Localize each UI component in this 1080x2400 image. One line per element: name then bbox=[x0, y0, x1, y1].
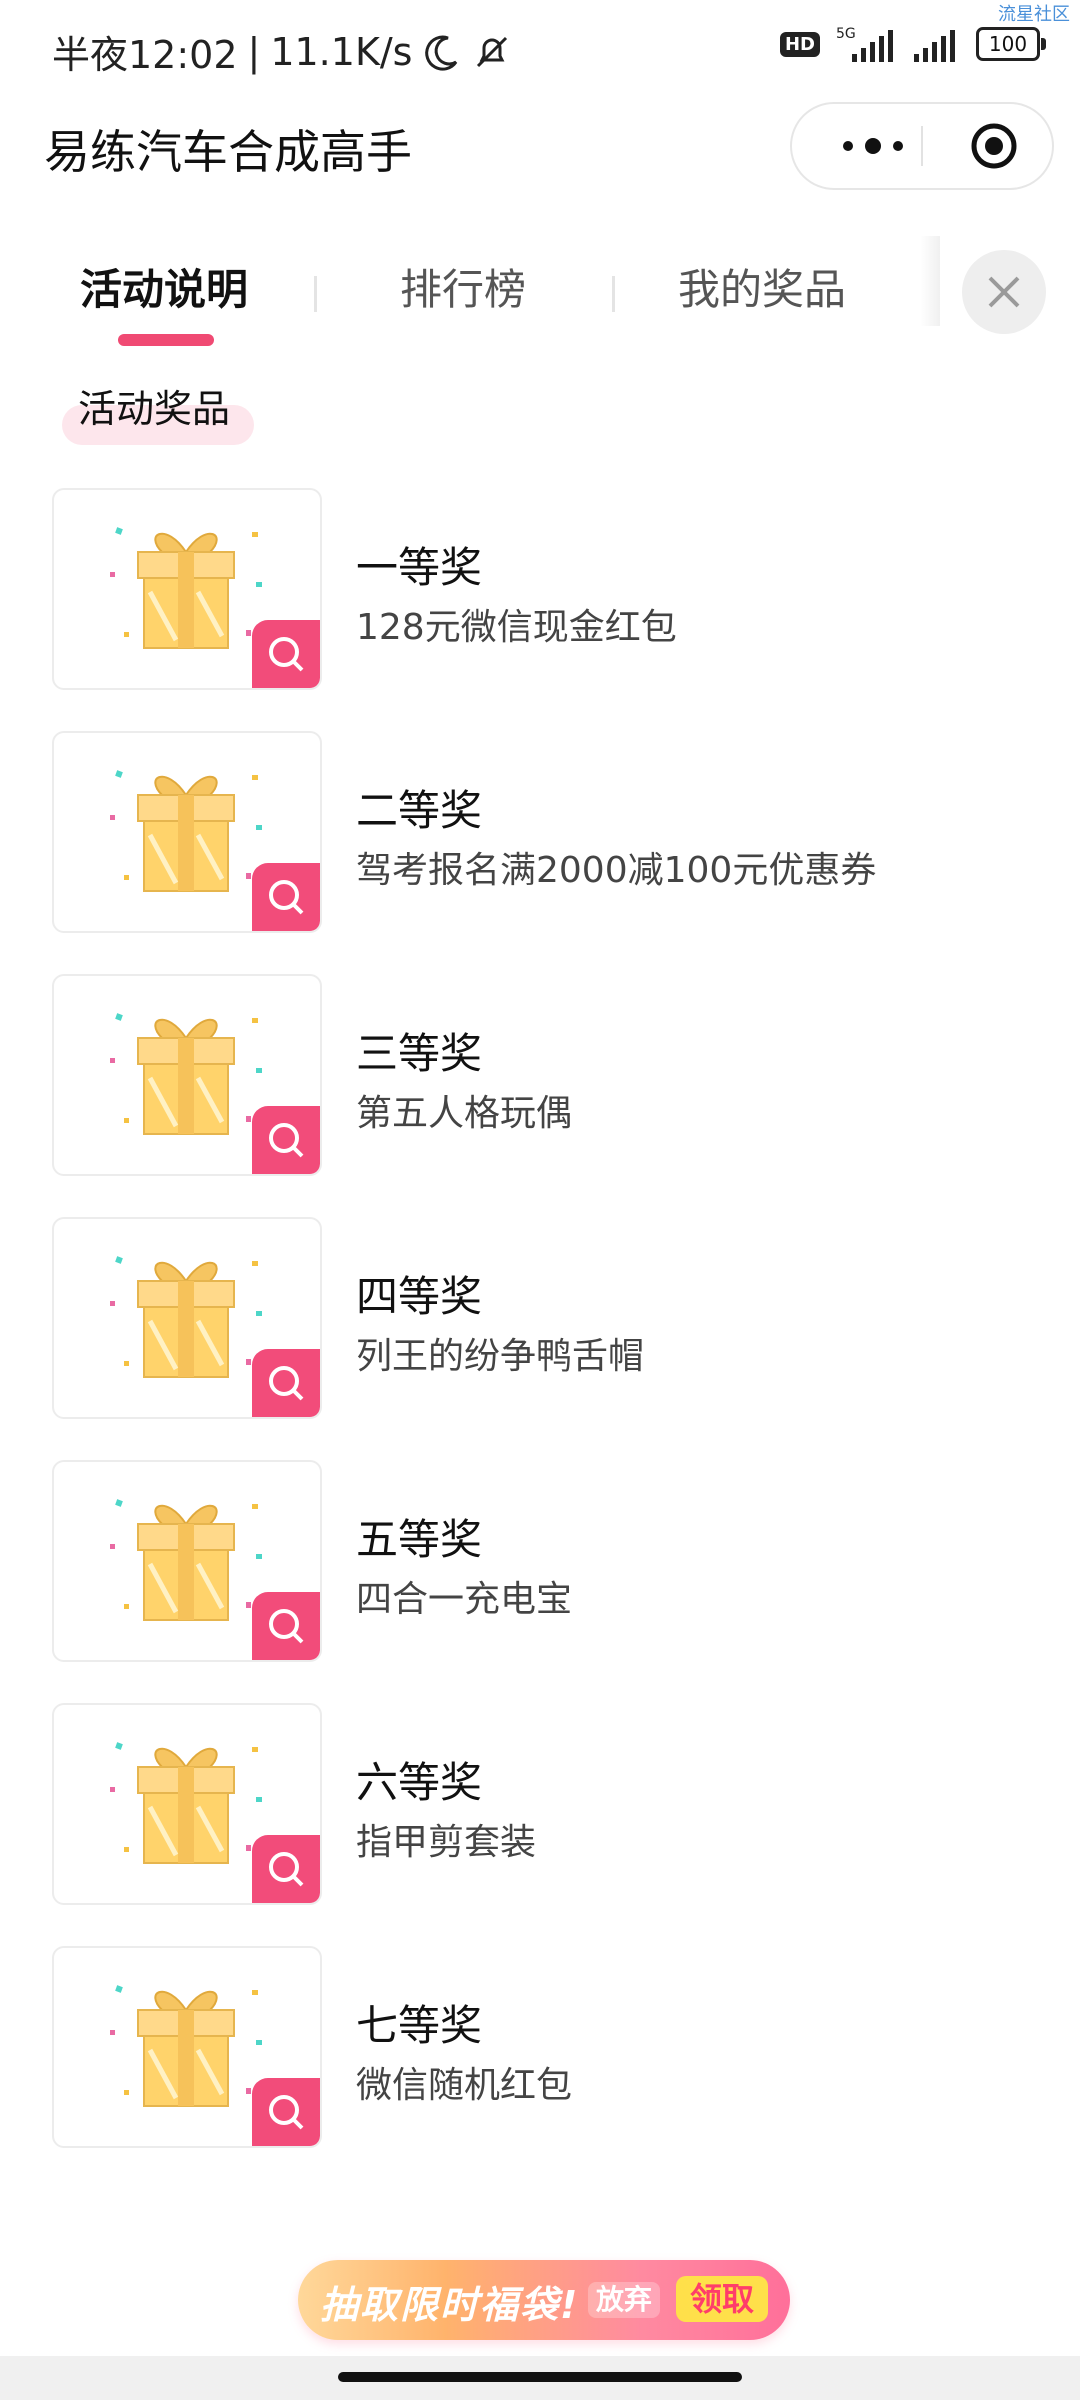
prize-thumbnail[interactable] bbox=[52, 1946, 322, 2148]
prize-thumbnail[interactable] bbox=[52, 731, 322, 933]
signal-5g-icon: 5G bbox=[836, 26, 893, 62]
zoom-button[interactable] bbox=[252, 1349, 320, 1417]
target-circle-icon[interactable] bbox=[970, 122, 1018, 170]
status-left: 半夜12:02 | 11.1K/s bbox=[52, 24, 512, 79]
gift-box-icon bbox=[110, 527, 262, 649]
prize-thumbnail[interactable] bbox=[52, 1217, 322, 1419]
tab-separator bbox=[612, 276, 615, 312]
section-title: 活动奖品 bbox=[78, 387, 231, 431]
status-divider: | bbox=[247, 29, 261, 74]
prize-name: 六等奖 bbox=[356, 1758, 483, 1807]
app-title: 易练汽车合成高手 bbox=[44, 125, 412, 179]
zoom-button[interactable] bbox=[252, 863, 320, 931]
giveup-button[interactable]: 放弃 bbox=[588, 2282, 661, 2318]
zoom-button[interactable] bbox=[252, 1592, 320, 1660]
prize-desc: 第五人格玩偶 bbox=[356, 1093, 573, 1134]
prize-thumbnail[interactable] bbox=[52, 1460, 322, 1662]
prize-thumbnail[interactable] bbox=[52, 974, 322, 1176]
gift-box-icon bbox=[110, 1499, 262, 1621]
more-dots-icon[interactable] bbox=[828, 128, 918, 164]
zoom-icon bbox=[269, 1609, 304, 1644]
tab-leaderboard[interactable]: 排行榜 bbox=[400, 256, 526, 317]
mute-bell-icon bbox=[477, 36, 508, 67]
tab-active-indicator bbox=[118, 334, 214, 346]
prize-item: 六等奖 指甲剪套装 bbox=[0, 1703, 1080, 1946]
tab-activity-info[interactable]: 活动说明 bbox=[80, 256, 248, 317]
prize-desc: 列王的纷争鸭舌帽 bbox=[356, 1336, 645, 1377]
network-label: 5G bbox=[836, 26, 856, 42]
status-bar: 半夜12:02 | 11.1K/s HD 5G 100 流星社区 bbox=[0, 0, 1080, 96]
home-indicator[interactable] bbox=[338, 2372, 742, 2382]
zoom-icon bbox=[269, 637, 304, 672]
prize-name: 四等奖 bbox=[356, 1272, 483, 1321]
promo-text: 抽取限时福袋! bbox=[320, 2283, 580, 2327]
gift-box-icon bbox=[110, 1985, 262, 2107]
prize-thumbnail[interactable] bbox=[52, 1703, 322, 1905]
zoom-icon bbox=[269, 1123, 304, 1158]
status-right: HD 5G 100 bbox=[779, 24, 1046, 64]
prize-item: 五等奖 四合一充电宝 bbox=[0, 1460, 1080, 1703]
zoom-button[interactable] bbox=[252, 1835, 320, 1903]
moon-icon bbox=[425, 35, 458, 71]
zoom-icon bbox=[269, 1366, 304, 1401]
gift-box-icon bbox=[110, 1013, 262, 1135]
gift-box-icon bbox=[110, 1742, 262, 1864]
prize-name: 二等奖 bbox=[356, 786, 483, 835]
tab-fade-edge bbox=[920, 236, 940, 326]
prize-desc: 驾考报名满2000减100元优惠券 bbox=[356, 850, 877, 891]
signal-icon bbox=[914, 30, 955, 62]
prize-item: 四等奖 列王的纷争鸭舌帽 bbox=[0, 1217, 1080, 1460]
prize-thumbnail[interactable] bbox=[52, 488, 322, 690]
prize-desc: 指甲剪套装 bbox=[356, 1822, 537, 1863]
miniapp-capsule bbox=[790, 102, 1054, 190]
status-speed: 11.1K/s bbox=[270, 29, 413, 74]
prize-name: 三等奖 bbox=[356, 1029, 483, 1078]
zoom-button[interactable] bbox=[252, 1106, 320, 1174]
promo-banner[interactable]: 抽取限时福袋! 放弃 领取 bbox=[298, 2260, 790, 2340]
claim-button[interactable]: 领取 bbox=[676, 2276, 769, 2322]
zoom-icon bbox=[269, 2095, 304, 2130]
hd-badge: HD bbox=[779, 31, 820, 57]
prize-desc: 四合一充电宝 bbox=[356, 1579, 573, 1620]
status-time: 半夜12:02 bbox=[52, 33, 238, 77]
zoom-button[interactable] bbox=[252, 2078, 320, 2146]
tab-my-prizes[interactable]: 我的奖品 bbox=[678, 256, 846, 317]
prize-item: 七等奖 微信随机红包 bbox=[0, 1946, 1080, 2189]
zoom-button[interactable] bbox=[252, 620, 320, 688]
gift-box-icon bbox=[110, 770, 262, 892]
prize-item: 三等奖 第五人格玩偶 bbox=[0, 974, 1080, 1217]
zoom-icon bbox=[269, 1852, 304, 1887]
close-icon bbox=[988, 276, 1020, 308]
prize-name: 七等奖 bbox=[356, 2001, 483, 2050]
watermark: 流星社区 bbox=[998, 4, 1070, 25]
prize-item: 二等奖 驾考报名满2000减100元优惠券 bbox=[0, 731, 1080, 974]
prize-list: 一等奖 128元微信现金红包 二等奖 驾考报名满2000减100元优惠券 三等奖… bbox=[0, 488, 1080, 2189]
prize-name: 一等奖 bbox=[356, 543, 483, 592]
prize-name: 五等奖 bbox=[356, 1515, 483, 1564]
tab-bar: 活动说明 排行榜 我的奖品 bbox=[0, 236, 1080, 346]
prize-desc: 微信随机红包 bbox=[356, 2065, 573, 2106]
battery-icon: 100 bbox=[976, 27, 1046, 61]
zoom-icon bbox=[269, 880, 304, 915]
capsule-divider bbox=[921, 126, 923, 166]
close-button[interactable] bbox=[962, 250, 1046, 334]
prize-item: 一等奖 128元微信现金红包 bbox=[0, 488, 1080, 731]
tab-separator bbox=[314, 276, 317, 312]
title-bar: 易练汽车合成高手 bbox=[0, 96, 1080, 206]
gift-box-icon bbox=[110, 1256, 262, 1378]
prize-desc: 128元微信现金红包 bbox=[356, 607, 677, 648]
